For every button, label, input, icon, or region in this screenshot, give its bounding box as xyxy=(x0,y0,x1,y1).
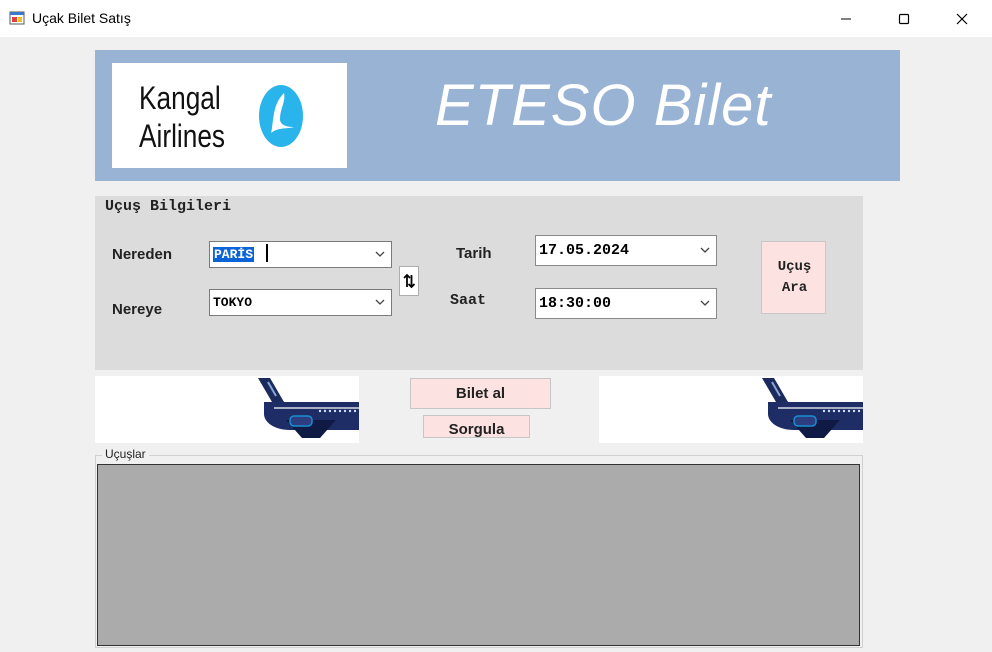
query-button[interactable]: Sorgula xyxy=(423,415,530,438)
flights-group-label: Uçuşlar xyxy=(102,447,149,461)
close-icon xyxy=(956,13,968,24)
title-bar: Uçak Bilet Satış xyxy=(0,0,992,37)
plane-image-left xyxy=(95,376,359,443)
flights-grid[interactable] xyxy=(97,464,860,646)
brand-title: ETESO Bilet xyxy=(435,73,772,138)
text-cursor xyxy=(266,244,268,262)
from-select[interactable]: PARİS xyxy=(209,241,392,268)
minimize-icon xyxy=(841,18,851,19)
search-button-line-2: Ara xyxy=(781,280,808,296)
time-picker[interactable]: 18:30:00 xyxy=(535,288,717,319)
from-label: Nereden xyxy=(112,246,173,263)
date-picker[interactable]: 17.05.2024 xyxy=(535,235,717,266)
airplane-icon xyxy=(762,378,863,438)
chevron-down-icon xyxy=(700,300,710,306)
logo-line-2: Airlines xyxy=(139,118,226,154)
to-value: TOKYO xyxy=(213,295,253,310)
swap-vertical-icon xyxy=(403,273,415,289)
logo-line-1: Kangal xyxy=(139,80,221,116)
to-select[interactable]: TOKYO xyxy=(209,289,392,316)
search-button-line-1: Uçuş xyxy=(777,259,812,275)
time-value: 18:30:00 xyxy=(539,295,612,312)
window-title: Uçak Bilet Satış xyxy=(32,10,131,26)
plane-image-right xyxy=(599,376,863,443)
to-label: Nereye xyxy=(112,301,163,318)
buy-ticket-button[interactable]: Bilet al xyxy=(410,378,551,409)
flight-info-panel: Uçuş Bilgileri Nereden PARİS Nereye TOKY… xyxy=(95,196,863,370)
header-banner: Kangal Airlines ETESO Bilet xyxy=(95,50,900,181)
close-button[interactable] xyxy=(933,0,991,37)
chevron-down-icon xyxy=(700,247,710,253)
search-flight-button[interactable]: Uçuş Ara xyxy=(761,241,826,314)
flight-info-title: Uçuş Bilgileri xyxy=(105,198,232,215)
chevron-down-icon xyxy=(375,299,385,305)
app-window-icon xyxy=(9,11,25,25)
chevron-down-icon xyxy=(375,251,385,257)
date-value: 17.05.2024 xyxy=(539,242,630,259)
maximize-button[interactable] xyxy=(875,0,933,37)
airplane-icon xyxy=(258,378,359,438)
minimize-button[interactable] xyxy=(817,0,875,37)
swap-button[interactable] xyxy=(399,266,419,296)
maximize-icon xyxy=(898,13,910,24)
time-label: Saat xyxy=(450,292,487,309)
logo-text: Kangal Airlines xyxy=(139,79,225,155)
airline-logo: Kangal Airlines xyxy=(112,63,347,168)
airline-logo-mark-icon xyxy=(259,85,303,147)
date-label: Tarih xyxy=(456,245,492,262)
from-value: PARİS xyxy=(213,247,255,262)
